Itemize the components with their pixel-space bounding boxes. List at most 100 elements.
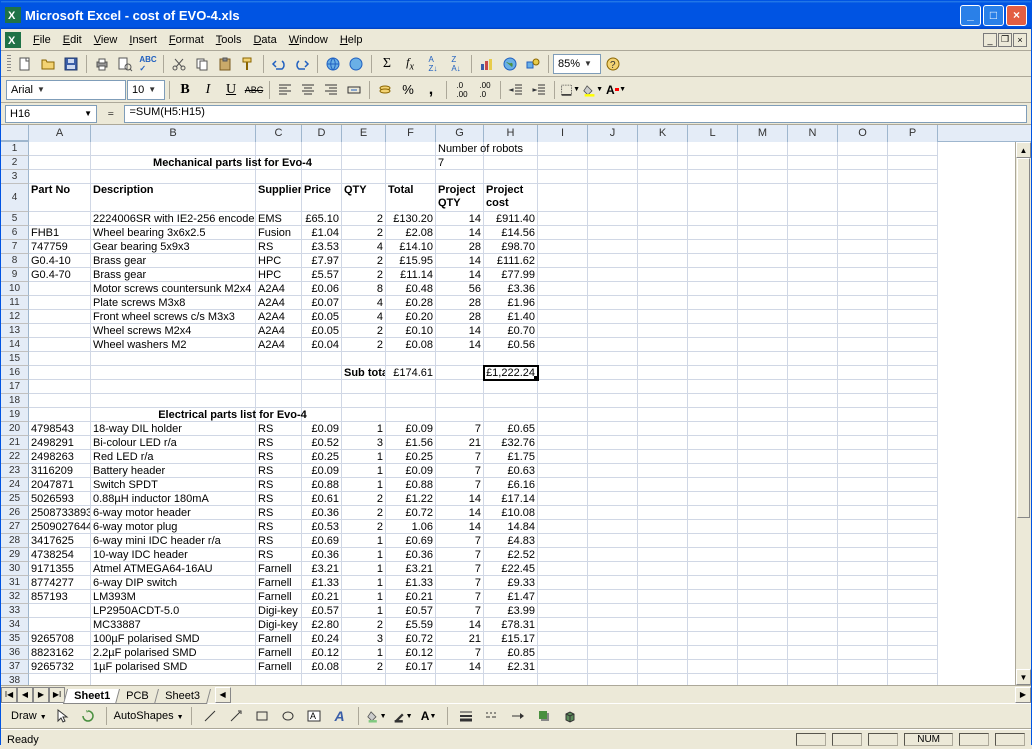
cell-O12[interactable] [838,310,888,324]
menu-insert[interactable]: Insert [123,32,163,48]
cell-C33[interactable]: Digi-key [256,604,302,618]
cell-G15[interactable] [436,352,484,366]
equals-icon[interactable]: = [107,108,114,120]
cell-H4[interactable]: Project cost [484,184,538,212]
cell-G8[interactable]: 14 [436,254,484,268]
cell-F17[interactable] [386,380,436,394]
row-header[interactable]: 21 [1,436,29,450]
cell-E18[interactable] [342,394,386,408]
cell-B3[interactable] [91,170,256,184]
cell-N35[interactable] [788,632,838,646]
copy-button[interactable] [191,53,213,75]
decrease-decimal-button[interactable]: .00.0 [474,79,496,101]
cell-N19[interactable] [788,408,838,422]
cell-L38[interactable] [688,674,738,685]
cell-M16[interactable] [738,366,788,380]
cell-D2[interactable] [302,156,342,170]
cell-L25[interactable] [688,492,738,506]
cell-M20[interactable] [738,422,788,436]
cell-C35[interactable]: Farnell [256,632,302,646]
cell-N9[interactable] [788,268,838,282]
cell-L32[interactable] [688,590,738,604]
select-objects-button[interactable] [51,705,73,727]
cell-I18[interactable] [538,394,588,408]
cell-C14[interactable]: A2A4 [256,338,302,352]
cell-G16[interactable] [436,366,484,380]
cell-I38[interactable] [538,674,588,685]
cell-D12[interactable]: £0.05 [302,310,342,324]
cell-K9[interactable] [638,268,688,282]
cell-P30[interactable] [888,562,938,576]
cell-H23[interactable]: £0.63 [484,464,538,478]
cell-N36[interactable] [788,646,838,660]
cell-M18[interactable] [738,394,788,408]
cell-G13[interactable]: 14 [436,324,484,338]
cell-P37[interactable] [888,660,938,674]
cell-B1[interactable] [91,142,256,156]
cell-P25[interactable] [888,492,938,506]
cell-A29[interactable]: 4738254 [29,548,91,562]
cell-E30[interactable]: 1 [342,562,386,576]
cell-O1[interactable] [838,142,888,156]
draw-menu[interactable]: Draw ▼ [11,710,47,722]
dash-style-button[interactable] [481,705,503,727]
cell-K32[interactable] [638,590,688,604]
cell-K6[interactable] [638,226,688,240]
cell-K4[interactable] [638,184,688,212]
cell-H26[interactable]: £10.08 [484,506,538,520]
cell-E7[interactable]: 4 [342,240,386,254]
cell-F15[interactable] [386,352,436,366]
cell-M33[interactable] [738,604,788,618]
cell-B16[interactable] [91,366,256,380]
underline-button[interactable]: U [220,79,242,101]
cell-B35[interactable]: 100µF polarised SMD [91,632,256,646]
cell-L37[interactable] [688,660,738,674]
cell-N28[interactable] [788,534,838,548]
cell-K29[interactable] [638,548,688,562]
cell-J16[interactable] [588,366,638,380]
cell-H1[interactable] [484,142,538,156]
cell-M30[interactable] [738,562,788,576]
cell-N10[interactable] [788,282,838,296]
chart-wizard-button[interactable] [476,53,498,75]
cell-I33[interactable] [538,604,588,618]
cell-N22[interactable] [788,450,838,464]
cell-O23[interactable] [838,464,888,478]
fill-color-draw-button[interactable]: ▼ [366,705,388,727]
cell-F28[interactable]: £0.69 [386,534,436,548]
cell-D33[interactable]: £0.57 [302,604,342,618]
cell-F27[interactable]: 1.06 [386,520,436,534]
cell-B33[interactable]: LP2950ACDT-5.0 [91,604,256,618]
cell-P1[interactable] [888,142,938,156]
cell-N15[interactable] [788,352,838,366]
cell-N31[interactable] [788,576,838,590]
cell-J36[interactable] [588,646,638,660]
cell-J12[interactable] [588,310,638,324]
cell-F13[interactable]: £0.10 [386,324,436,338]
row-header[interactable]: 28 [1,534,29,548]
col-header-E[interactable]: E [342,125,386,142]
row-header[interactable]: 25 [1,492,29,506]
cell-J23[interactable] [588,464,638,478]
sort-asc-button[interactable]: AZ↓ [422,53,444,75]
cell-P34[interactable] [888,618,938,632]
cell-M23[interactable] [738,464,788,478]
cell-J3[interactable] [588,170,638,184]
tab-next-button[interactable]: ▶ [33,687,49,703]
cell-M10[interactable] [738,282,788,296]
cell-L36[interactable] [688,646,738,660]
cell-C24[interactable]: RS [256,478,302,492]
cell-A35[interactable]: 9265708 [29,632,91,646]
cell-B18[interactable] [91,394,256,408]
cell-D35[interactable]: £0.24 [302,632,342,646]
cell-H29[interactable]: £2.52 [484,548,538,562]
cell-C37[interactable]: Farnell [256,660,302,674]
cell-K20[interactable] [638,422,688,436]
cell-E8[interactable]: 2 [342,254,386,268]
cell-M25[interactable] [738,492,788,506]
new-button[interactable] [14,53,36,75]
cell-A12[interactable] [29,310,91,324]
row-header[interactable]: 26 [1,506,29,520]
cell-D24[interactable]: £0.88 [302,478,342,492]
cell-F38[interactable] [386,674,436,685]
